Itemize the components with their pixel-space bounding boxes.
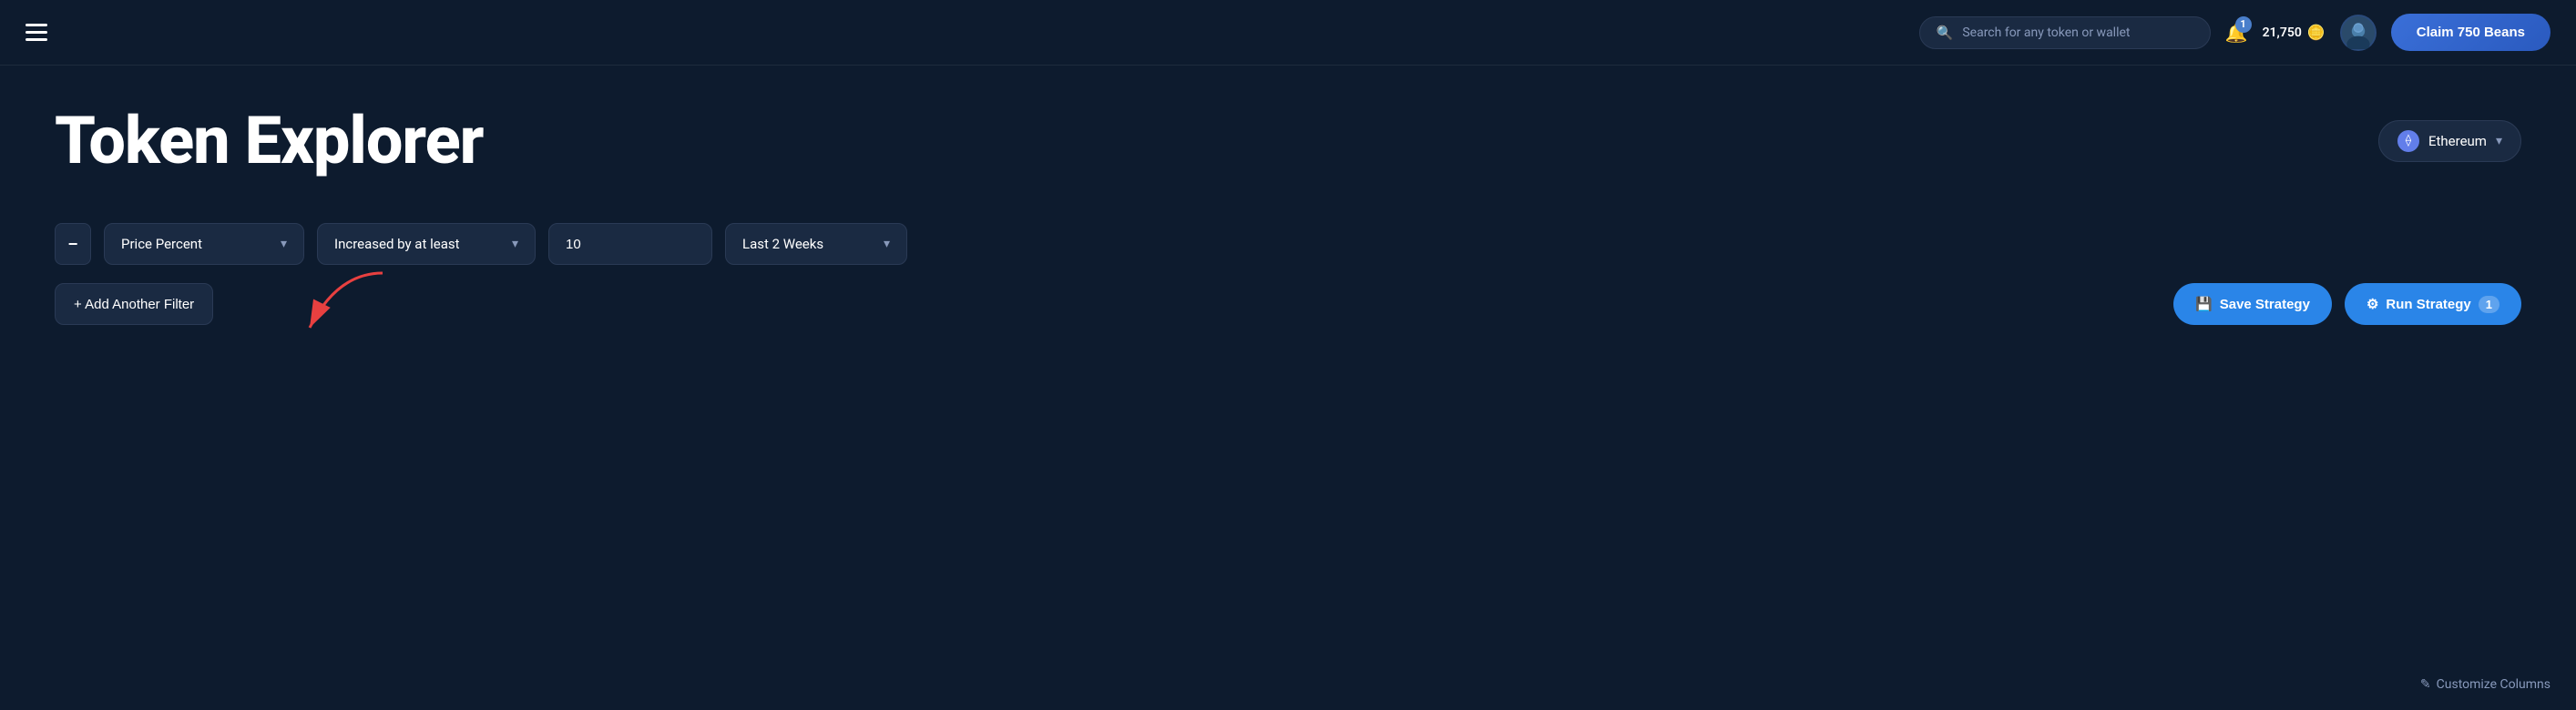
beans-count: 21,750 [2263,25,2302,40]
navbar-right: 🔍 Search for any token or wallet 🔔 1 21,… [1919,14,2550,51]
beans-area: 21,750 🪙 [2263,24,2326,41]
chevron-down-icon: ▾ [281,237,287,251]
save-strategy-button[interactable]: 💾 Save Strategy [2173,283,2332,325]
add-filter-button[interactable]: + Add Another Filter [55,283,213,325]
save-icon: 💾 [2195,296,2213,312]
remove-filter-button[interactable]: − [55,223,91,265]
save-strategy-label: Save Strategy [2220,297,2310,312]
network-selector[interactable]: ⟠ Ethereum ▾ [2378,120,2521,162]
time-select[interactable]: Last 2 Weeks ▾ [725,223,907,265]
run-strategy-label: Run Strategy [2386,297,2470,312]
bottom-row: + Add Another Filter 💾 Save Strategy ⚙ R… [55,283,2521,325]
notification-area[interactable]: 🔔 1 [2225,22,2248,44]
customize-columns-label: Customize Columns [2437,677,2550,692]
filter-row: − Price Percent ▾ Increased by at least … [55,223,2521,265]
action-buttons: 💾 Save Strategy ⚙ Run Strategy 1 [2173,283,2521,325]
network-label: Ethereum [2428,133,2487,149]
customize-columns[interactable]: ✎ Customize Columns [2420,677,2550,692]
edit-icon: ✎ [2420,677,2431,692]
navbar-left [26,24,47,41]
page-header: Token Explorer ⟠ Ethereum ▾ [55,102,2521,179]
time-label: Last 2 Weeks [742,236,874,252]
run-strategy-button[interactable]: ⚙ Run Strategy 1 [2345,283,2521,325]
price-percent-label: Price Percent [121,236,271,252]
navbar: 🔍 Search for any token or wallet 🔔 1 21,… [0,0,2576,66]
filter-icon: ⚙ [2366,296,2378,312]
hamburger-menu-icon[interactable] [26,24,47,41]
increased-by-select[interactable]: Increased by at least ▾ [317,223,536,265]
filter-section: − Price Percent ▾ Increased by at least … [55,223,2521,325]
run-badge: 1 [2479,296,2499,313]
main-content: Token Explorer ⟠ Ethereum ▾ − Price Perc… [0,66,2576,361]
ethereum-icon: ⟠ [2397,130,2419,152]
search-bar[interactable]: 🔍 Search for any token or wallet [1919,16,2211,49]
search-icon: 🔍 [1937,25,1954,41]
page-title: Token Explorer [55,102,483,179]
claim-button[interactable]: Claim 750 Beans [2391,14,2550,51]
search-placeholder: Search for any token or wallet [1962,25,2130,40]
chevron-down-icon: ▾ [884,237,890,251]
beans-icon: 🪙 [2307,24,2326,41]
price-percent-select[interactable]: Price Percent ▾ [104,223,304,265]
increased-by-label: Increased by at least [334,236,503,252]
avatar[interactable] [2340,15,2377,51]
chevron-down-icon: ▾ [2496,134,2502,148]
notification-count: 1 [2235,16,2252,33]
chevron-down-icon: ▾ [512,237,518,251]
filter-value-input[interactable] [548,223,712,265]
